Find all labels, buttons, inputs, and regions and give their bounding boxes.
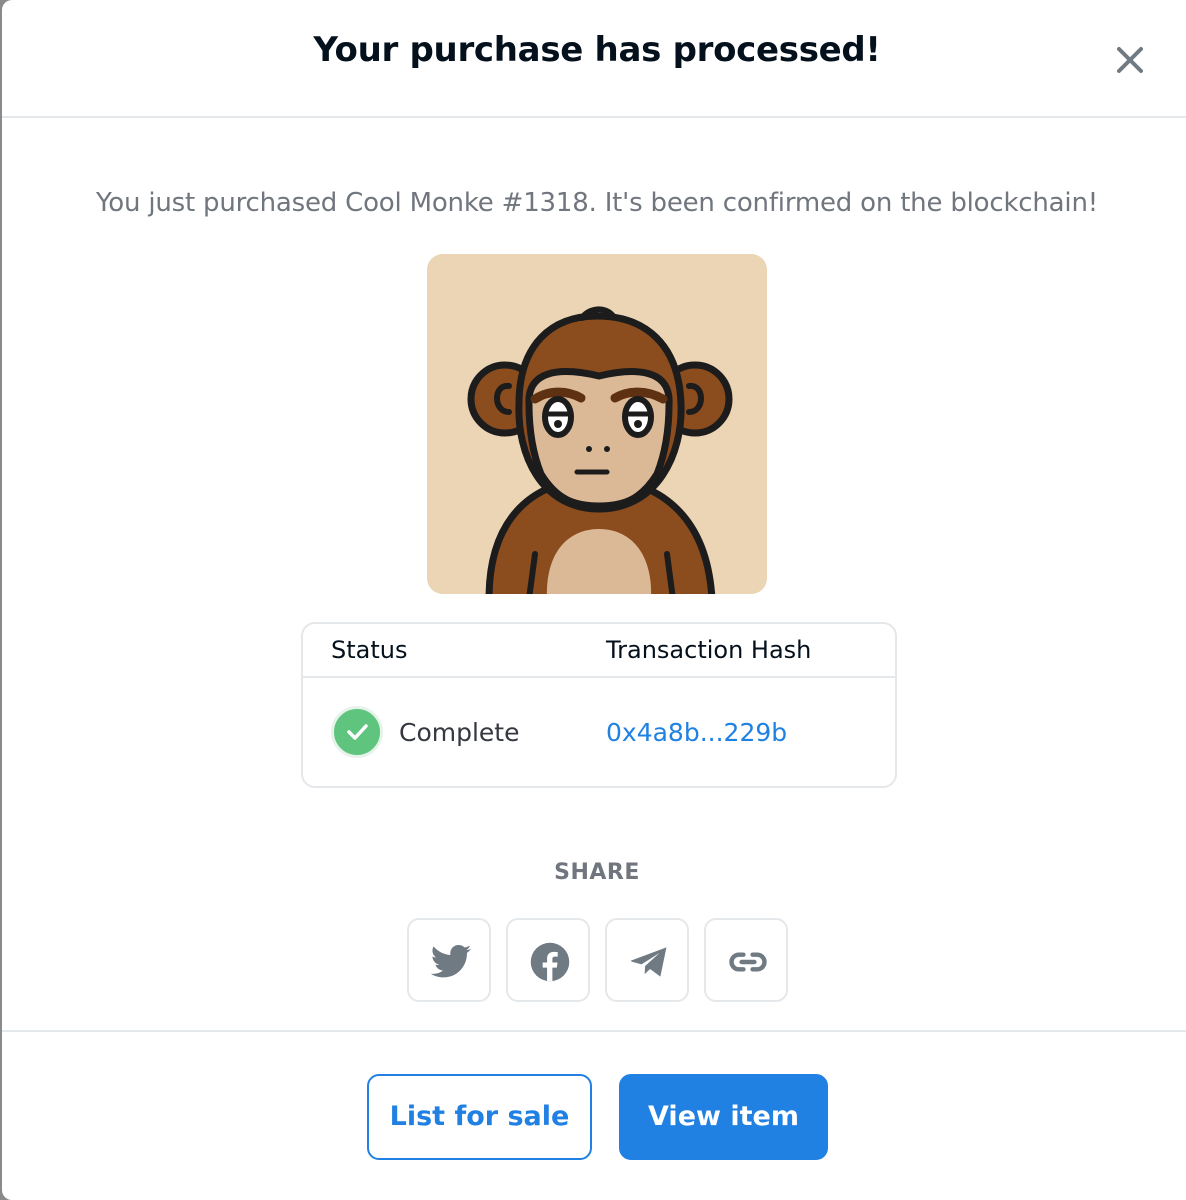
list-for-sale-button[interactable]: List for sale	[367, 1074, 592, 1160]
modal-title: Your purchase has processed!	[313, 30, 881, 70]
share-twitter-button[interactable]	[407, 918, 491, 1002]
transaction-table-header: Status Transaction Hash	[303, 624, 895, 678]
link-icon	[729, 952, 767, 972]
share-facebook-button[interactable]	[506, 918, 590, 1002]
status-column-header: Status	[331, 636, 408, 664]
modal-header: Your purchase has processed!	[2, 0, 1186, 118]
nft-image	[427, 254, 767, 594]
facebook-icon	[530, 942, 570, 982]
monkey-artwork	[427, 254, 767, 594]
share-label: SHARE	[554, 860, 640, 885]
status-check-icon	[331, 706, 383, 758]
status-value: Complete	[399, 718, 520, 747]
hash-column-header: Transaction Hash	[606, 636, 812, 664]
close-button[interactable]	[1106, 36, 1150, 80]
close-icon	[1117, 47, 1143, 73]
purchase-message: You just purchased Cool Monke #1318. It'…	[96, 188, 1098, 218]
share-telegram-button[interactable]	[605, 918, 689, 1002]
telegram-icon	[630, 947, 667, 977]
purchase-modal: Your purchase has processed! You just pu…	[2, 0, 1186, 1200]
transaction-hash-link[interactable]: 0x4a8b...229b	[606, 718, 787, 747]
twitter-icon	[430, 944, 472, 978]
copy-link-button[interactable]	[704, 918, 788, 1002]
modal-footer: List for sale View item	[2, 1030, 1186, 1200]
view-item-button[interactable]: View item	[619, 1074, 828, 1160]
transaction-table: Status Transaction Hash Complete 0x4a8b.…	[301, 622, 897, 788]
